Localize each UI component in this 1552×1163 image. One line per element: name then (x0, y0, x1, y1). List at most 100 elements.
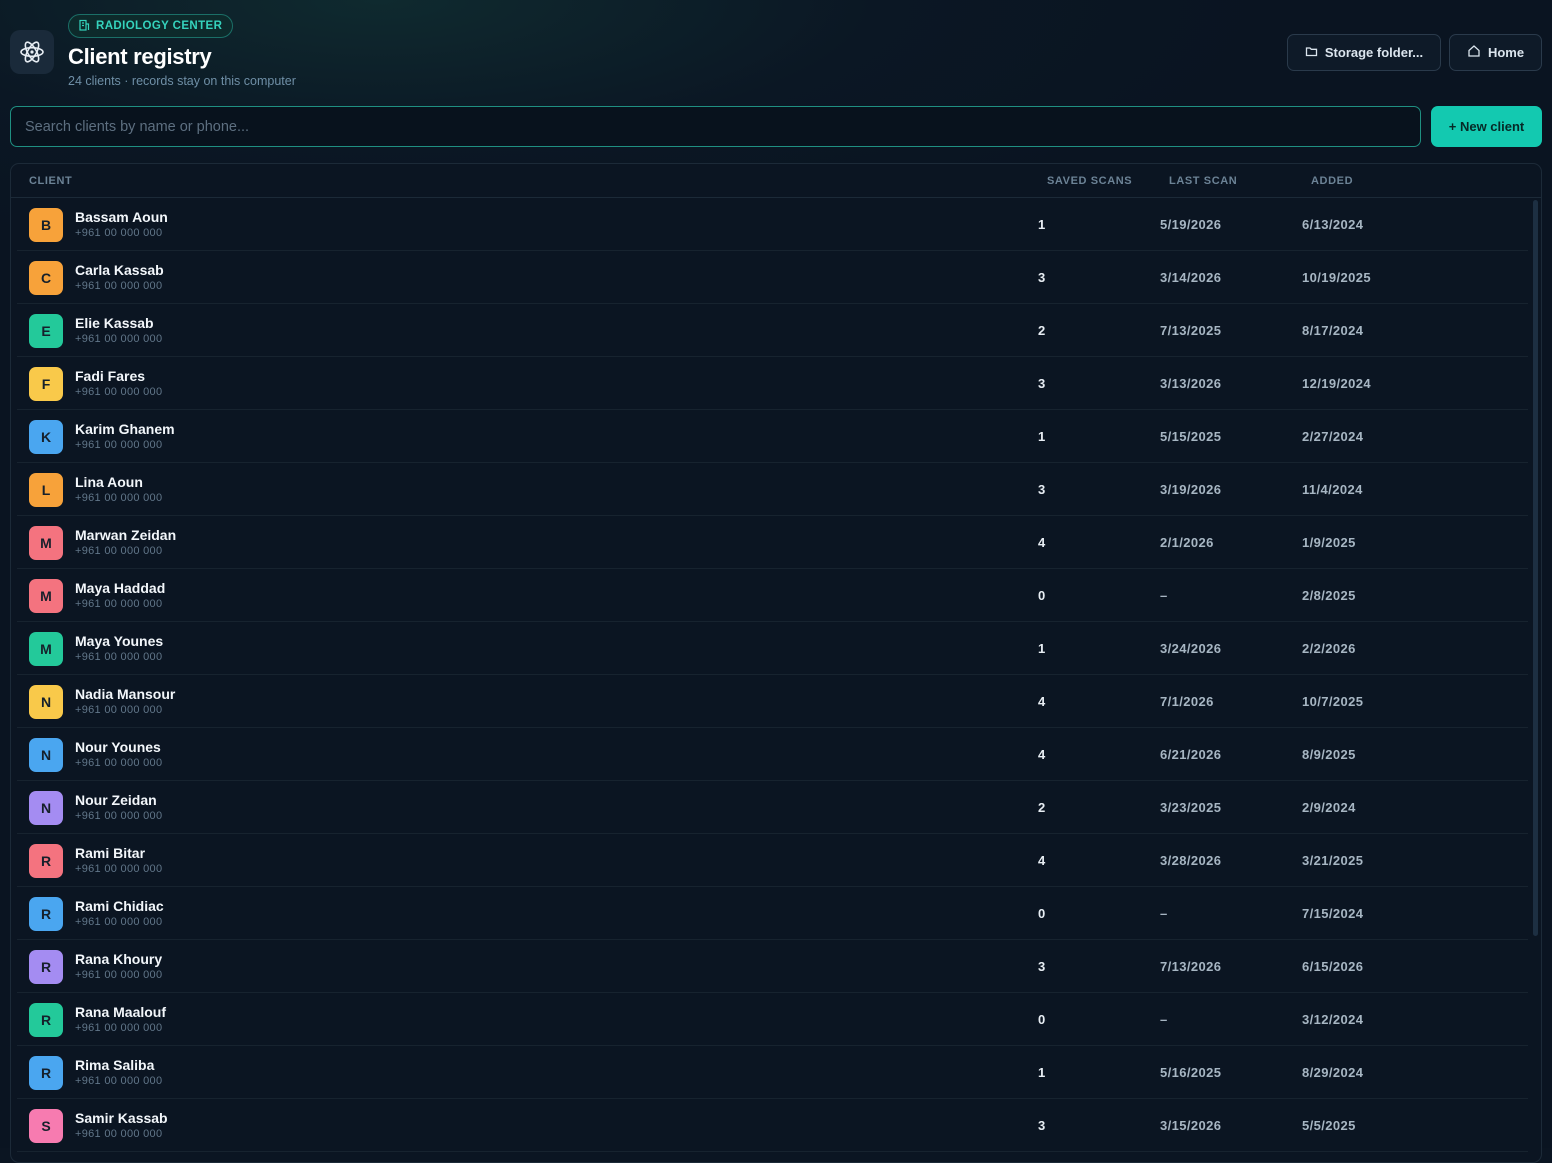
table-row[interactable]: R Rami Bitar +961 00 000 000 4 3/28/2026 3/21… (17, 834, 1528, 887)
home-icon (1467, 44, 1481, 61)
added-date: 5/5/2025 (1302, 1118, 1356, 1133)
table-row[interactable]: C Carla Kassab +961 00 000 000 3 3/14/2026 10… (17, 251, 1528, 304)
saved-scans-count: 4 (1038, 747, 1046, 762)
added-date: 8/29/2024 (1302, 1065, 1364, 1080)
table-row[interactable]: E Elie Kassab +961 00 000 000 2 7/13/2025 8/1… (17, 304, 1528, 357)
added-date: 3/21/2025 (1302, 853, 1364, 868)
client-name: Nadia Mansour (75, 686, 176, 702)
avatar: M (29, 632, 63, 666)
column-header-added[interactable]: ADDED (1311, 175, 1353, 187)
last-scan-date: 3/13/2026 (1160, 376, 1222, 391)
app-header: RADIOLOGY CENTER Client registry 24 clie… (0, 0, 1552, 100)
client-name: Nour Younes (75, 739, 161, 755)
table-row[interactable]: R Rana Maalouf +961 00 000 000 0 – 3/12/2024 (17, 993, 1528, 1046)
table-row[interactable]: M Marwan Zeidan +961 00 000 000 4 2/1/2026 1/… (17, 516, 1528, 569)
saved-scans-count: 3 (1038, 959, 1046, 974)
last-scan-date: 2/1/2026 (1160, 535, 1214, 550)
saved-scans-count: 3 (1038, 1118, 1046, 1133)
last-scan-date: 5/16/2025 (1160, 1065, 1222, 1080)
table-row[interactable]: L Lina Aoun +961 00 000 000 3 3/19/2026 11/4/… (17, 463, 1528, 516)
client-phone: +961 00 000 000 (75, 1128, 163, 1140)
table-row[interactable]: N Nour Zeidan +961 00 000 000 2 3/23/2025 2/9… (17, 781, 1528, 834)
avatar: M (29, 579, 63, 613)
client-name: Samir Kassab (75, 1110, 168, 1126)
saved-scans-count: 1 (1038, 1065, 1046, 1080)
avatar: B (29, 208, 63, 242)
client-phone: +961 00 000 000 (75, 1075, 163, 1087)
added-date: 10/7/2025 (1302, 694, 1364, 709)
search-input[interactable] (10, 106, 1421, 147)
saved-scans-count: 4 (1038, 535, 1046, 550)
client-name: Carla Kassab (75, 262, 164, 278)
saved-scans-count: 1 (1038, 429, 1046, 444)
client-name: Rami Chidiac (75, 898, 164, 914)
client-name: Maya Haddad (75, 580, 166, 596)
table-row[interactable]: K Karim Ghanem +961 00 000 000 1 5/15/2025 2/… (17, 410, 1528, 463)
avatar: R (29, 844, 63, 878)
column-header-last-scan[interactable]: LAST SCAN (1169, 175, 1237, 187)
last-scan-date: 6/21/2026 (1160, 747, 1222, 762)
saved-scans-count: 4 (1038, 853, 1046, 868)
added-date: 8/17/2024 (1302, 323, 1364, 338)
table-header: CLIENT SAVED SCANS LAST SCAN ADDED (11, 164, 1541, 198)
column-header-client[interactable]: CLIENT (29, 175, 72, 187)
added-date: 3/12/2024 (1302, 1012, 1364, 1027)
saved-scans-count: 2 (1038, 800, 1046, 815)
table-row[interactable]: R Rami Chidiac +961 00 000 000 0 – 7/15/2024 (17, 887, 1528, 940)
added-date: 8/9/2025 (1302, 747, 1356, 762)
page-title: Client registry (68, 44, 212, 69)
last-scan-date: 7/13/2025 (1160, 323, 1222, 338)
client-phone: +961 00 000 000 (75, 598, 163, 610)
added-date: 11/4/2024 (1302, 482, 1363, 497)
avatar: R (29, 1003, 63, 1037)
added-date: 7/15/2024 (1302, 906, 1364, 921)
client-phone: +961 00 000 000 (75, 757, 163, 769)
table-row[interactable]: B Bassam Aoun +961 00 000 000 1 5/19/2026 6/1… (17, 198, 1528, 251)
last-scan-date: 3/28/2026 (1160, 853, 1222, 868)
avatar: E (29, 314, 63, 348)
avatar: R (29, 950, 63, 984)
last-scan-date: 3/14/2026 (1160, 270, 1222, 285)
table-row[interactable]: R Rima Saliba +961 00 000 000 1 5/16/2025 8/2… (17, 1046, 1528, 1099)
client-phone: +961 00 000 000 (75, 1022, 163, 1034)
client-table: CLIENT SAVED SCANS LAST SCAN ADDED B Bass… (10, 163, 1542, 1163)
added-date: 10/19/2025 (1302, 270, 1372, 285)
last-scan-date: – (1160, 588, 1168, 603)
avatar: M (29, 526, 63, 560)
atom-icon (10, 30, 54, 74)
client-name: Fadi Fares (75, 368, 146, 384)
client-phone: +961 00 000 000 (75, 704, 163, 716)
last-scan-date: 3/15/2026 (1160, 1118, 1222, 1133)
avatar: F (29, 367, 63, 401)
added-date: 2/2/2026 (1302, 641, 1356, 656)
scrollbar[interactable] (1533, 200, 1538, 936)
avatar: S (29, 1109, 63, 1143)
column-header-saved-scans[interactable]: SAVED SCANS (1047, 175, 1132, 187)
page-subtitle: 24 clients · records stay on this comput… (68, 74, 296, 88)
saved-scans-count: 1 (1038, 217, 1046, 232)
table-row[interactable]: N Nour Younes +961 00 000 000 4 6/21/2026 8/9… (17, 728, 1528, 781)
added-date: 2/9/2024 (1302, 800, 1356, 815)
client-name: Rami Bitar (75, 845, 146, 861)
last-scan-date: 3/24/2026 (1160, 641, 1222, 656)
table-row[interactable]: M Maya Haddad +961 00 000 000 0 – 2/8/2025 (17, 569, 1528, 622)
table-row[interactable]: M Maya Younes +961 00 000 000 1 3/24/2026 2/2… (17, 622, 1528, 675)
home-button[interactable]: Home (1449, 34, 1542, 71)
storage-folder-button[interactable]: Storage folder... (1287, 34, 1441, 71)
added-date: 6/13/2024 (1302, 217, 1364, 232)
client-phone: +961 00 000 000 (75, 916, 163, 928)
avatar: N (29, 738, 63, 772)
building-icon (78, 19, 90, 34)
saved-scans-count: 0 (1038, 588, 1046, 603)
table-row[interactable]: S Samir Kassab +961 00 000 000 3 3/15/2026 5/… (17, 1099, 1528, 1152)
client-phone: +961 00 000 000 (75, 492, 163, 504)
table-row[interactable]: F Fadi Fares +961 00 000 000 3 3/13/2026 12/1… (17, 357, 1528, 410)
home-label: Home (1487, 45, 1525, 60)
table-row[interactable]: R Rana Khoury +961 00 000 000 3 7/13/2026 6/1… (17, 940, 1528, 993)
saved-scans-count: 2 (1038, 323, 1046, 338)
saved-scans-count: 3 (1038, 376, 1046, 391)
table-row[interactable]: N Nadia Mansour +961 00 000 000 4 7/1/2026 10… (17, 675, 1528, 728)
client-phone: +961 00 000 000 (75, 439, 163, 451)
new-client-button[interactable]: + New client (1431, 106, 1542, 147)
added-date: 2/27/2024 (1302, 429, 1364, 444)
